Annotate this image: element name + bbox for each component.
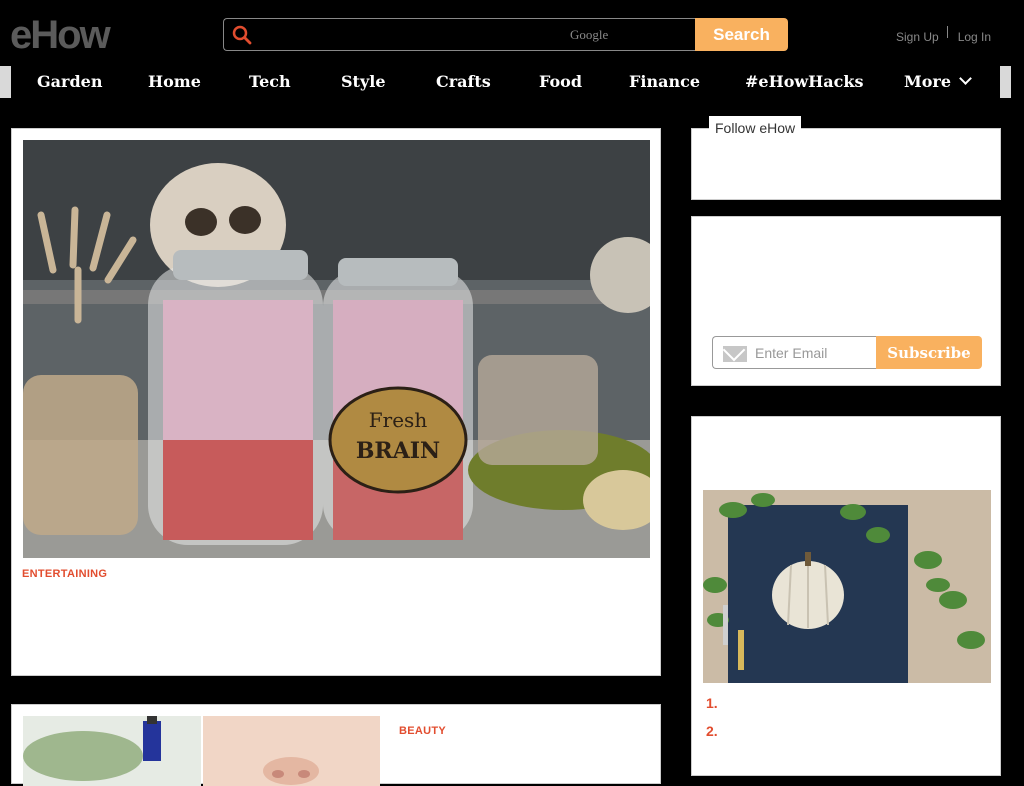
category-tag-entertaining[interactable]: ENTERTAINING bbox=[22, 568, 107, 580]
pumpkin-scene bbox=[703, 490, 991, 683]
jar-label-line1: Fresh bbox=[369, 408, 428, 432]
follow-ehow-card bbox=[691, 128, 1001, 200]
newsletter-card: Enter Email Subscribe bbox=[691, 216, 1001, 386]
nav-edge-right bbox=[1000, 66, 1011, 98]
category-tag-beauty[interactable]: BEAUTY bbox=[399, 725, 446, 737]
featured-article-image[interactable]: Fresh BRAIN bbox=[23, 140, 650, 558]
search-icon bbox=[232, 25, 252, 45]
chevron-down-icon bbox=[959, 72, 972, 85]
nav-item-style[interactable]: Style bbox=[341, 72, 386, 91]
nav-item-ehowhacks[interactable]: #eHowHacks bbox=[745, 72, 863, 91]
list-number-2: 2. bbox=[706, 723, 718, 739]
face-scene bbox=[203, 716, 380, 786]
nav-item-garden[interactable]: Garden bbox=[37, 72, 102, 91]
beauty-article-card[interactable]: BEAUTY bbox=[11, 704, 661, 786]
google-search-label: Google bbox=[570, 27, 609, 42]
herbs-oil-thumbnail[interactable] bbox=[23, 716, 201, 786]
main-nav: Garden Home Tech Style Crafts Food Finan… bbox=[0, 66, 1024, 98]
sign-up-link[interactable]: Sign Up bbox=[896, 30, 939, 44]
herbs-scene bbox=[23, 716, 201, 786]
nav-item-tech[interactable]: Tech bbox=[249, 72, 291, 91]
search-button[interactable]: Search bbox=[695, 18, 788, 51]
nav-item-crafts[interactable]: Crafts bbox=[436, 72, 491, 91]
nav-item-food[interactable]: Food bbox=[539, 72, 582, 91]
jar-scene: Fresh BRAIN bbox=[23, 140, 650, 558]
nav-item-home[interactable]: Home bbox=[148, 72, 201, 91]
nav-edge-left bbox=[0, 66, 11, 98]
nav-more-label: More bbox=[904, 72, 951, 91]
account-links: Sign Up Log In bbox=[896, 26, 991, 44]
search-input[interactable]: Google bbox=[223, 18, 695, 51]
jar-label-line2: BRAIN bbox=[356, 438, 440, 464]
nav-item-more[interactable]: More bbox=[904, 72, 972, 91]
pumpkin-craft-image[interactable] bbox=[703, 490, 991, 683]
featured-article-card[interactable]: Fresh BRAIN ENTERTAINING bbox=[11, 128, 661, 676]
nav-item-finance[interactable]: Finance bbox=[629, 72, 700, 91]
ehow-logo[interactable]: eHow bbox=[10, 12, 150, 56]
search-bar: Google Search bbox=[223, 18, 788, 51]
list-number-1: 1. bbox=[706, 695, 718, 711]
email-placeholder: Enter Email bbox=[755, 345, 828, 361]
top-list-card: 1. 2. bbox=[691, 416, 1001, 776]
email-field[interactable]: Enter Email bbox=[712, 336, 877, 369]
log-in-link[interactable]: Log In bbox=[958, 30, 991, 44]
follow-ehow-label: Follow eHow bbox=[709, 116, 802, 138]
envelope-icon bbox=[723, 346, 747, 362]
face-thumbnail[interactable] bbox=[203, 716, 380, 786]
divider bbox=[946, 26, 948, 38]
logo-text: eHow bbox=[10, 13, 112, 56]
subscribe-button[interactable]: Subscribe bbox=[876, 336, 982, 369]
